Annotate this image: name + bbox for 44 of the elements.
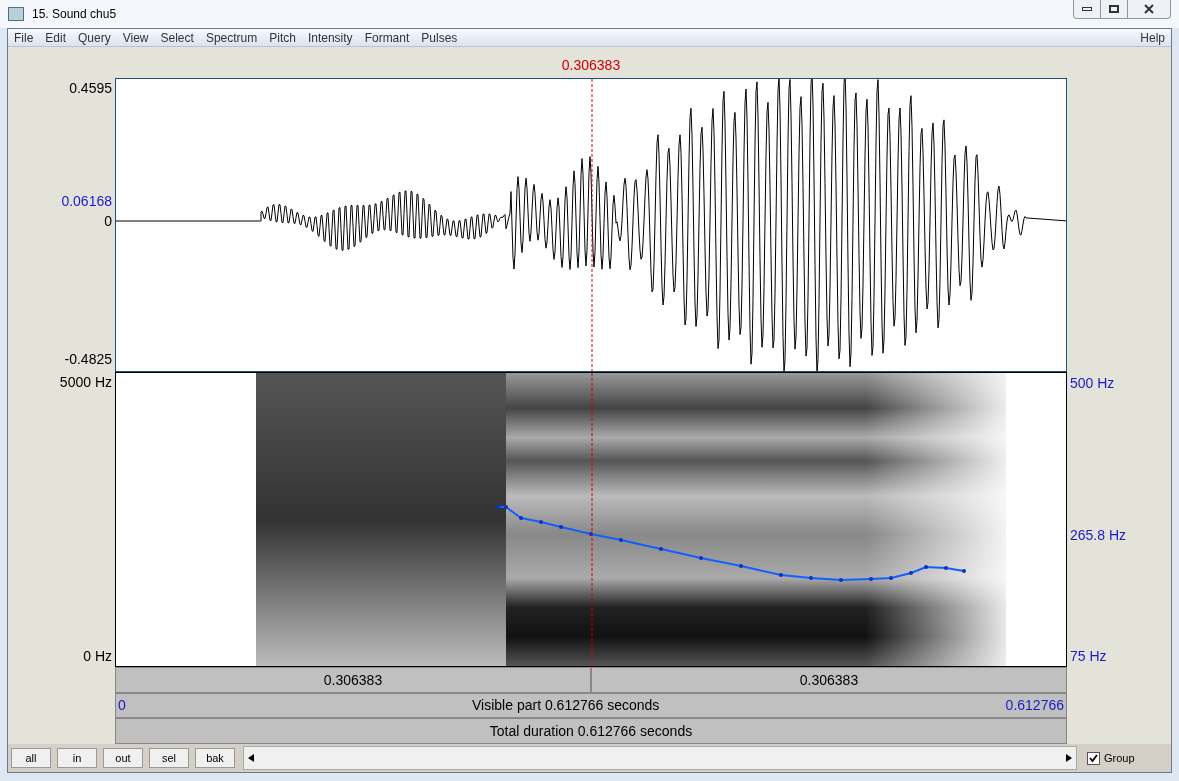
- zoom-button[interactable]: all: [11, 748, 51, 768]
- total-duration-bar[interactable]: Total duration 0.612766 seconds: [115, 718, 1067, 744]
- time-segment[interactable]: 0.306383: [115, 667, 591, 693]
- visible-part-bar[interactable]: 0 Visible part 0.612766 seconds 0.612766: [115, 693, 1067, 718]
- axis-label: 5000 Hz: [59, 373, 112, 392]
- waveform-panel[interactable]: [115, 78, 1067, 372]
- axis-label: 500 Hz: [1070, 374, 1115, 393]
- axis-label: -0.4825: [64, 350, 112, 369]
- scroll-left-icon: [248, 754, 254, 762]
- menu-item[interactable]: Formant: [364, 28, 410, 47]
- zoom-button[interactable]: sel: [149, 748, 189, 768]
- app-icon: [8, 7, 24, 21]
- group-checkbox[interactable]: [1087, 751, 1100, 765]
- check-icon: [1089, 753, 1098, 763]
- zoom-button[interactable]: out: [103, 748, 143, 768]
- time-label: 0.612766: [1005, 696, 1064, 715]
- menu-item[interactable]: Pulses: [421, 28, 458, 47]
- axis-label: 0 Hz: [83, 647, 112, 666]
- cursor-time: 0.306383: [561, 56, 621, 75]
- time-label: 0: [118, 696, 126, 715]
- checkbox-label: Group: [1104, 750, 1135, 766]
- window-title: 15. Sound chu5: [32, 6, 117, 23]
- menu-item[interactable]: File: [14, 28, 34, 47]
- menu-item[interactable]: Intensity: [307, 28, 353, 47]
- zoom-button[interactable]: in: [57, 748, 97, 768]
- spectrogram-panel[interactable]: [115, 372, 1067, 667]
- axis-label: 75 Hz: [1070, 647, 1107, 666]
- zoom-button[interactable]: bak: [195, 748, 235, 768]
- scroll-right-icon: [1066, 754, 1072, 762]
- menu-item[interactable]: View: [122, 28, 149, 47]
- axis-label: 265.8 Hz: [1070, 526, 1127, 545]
- menu-item[interactable]: Pitch: [269, 28, 296, 47]
- scrollbar[interactable]: [243, 746, 1077, 770]
- menu-item[interactable]: Help: [1140, 28, 1165, 47]
- menu-item[interactable]: Edit: [45, 28, 67, 47]
- close-icon: [1144, 4, 1154, 14]
- menu-item[interactable]: Select: [160, 28, 194, 47]
- menu-item[interactable]: Query: [78, 28, 111, 47]
- menu-item[interactable]: Spectrum: [205, 28, 258, 47]
- axis-label: 0: [104, 212, 112, 231]
- time-segment[interactable]: 0.306383: [591, 667, 1067, 693]
- visible-part-label: Visible part 0.612766 seconds: [471, 696, 661, 715]
- axis-label: 0.4595: [69, 79, 112, 98]
- axis-label: 0.06168: [61, 192, 112, 211]
